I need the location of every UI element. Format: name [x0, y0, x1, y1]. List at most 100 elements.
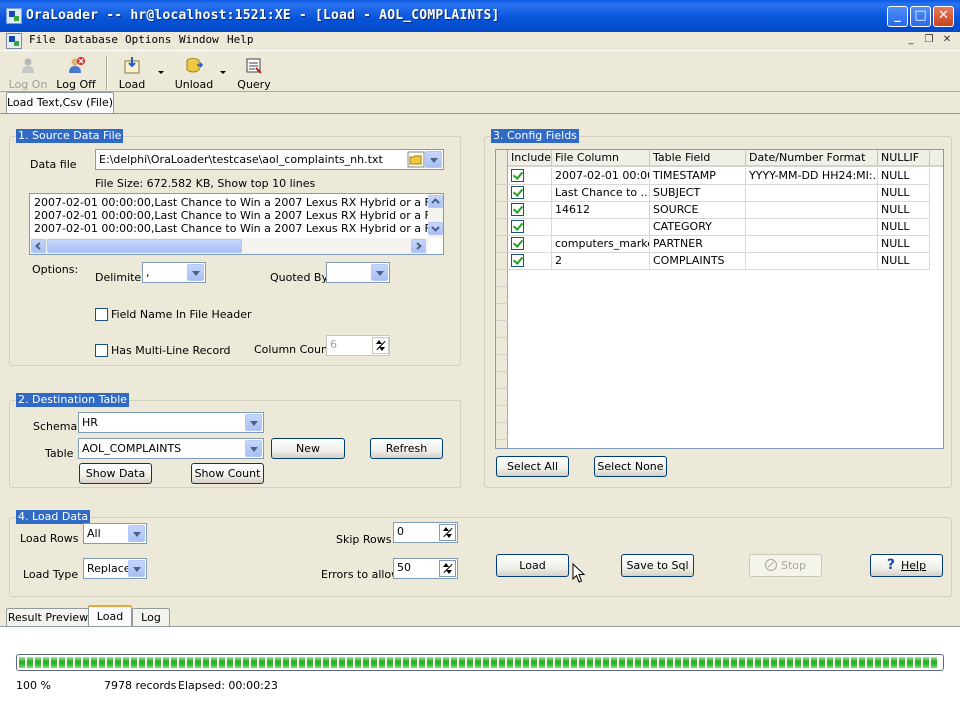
include-checkbox[interactable] [511, 254, 524, 267]
tab-load-text-csv[interactable]: Load Text,Csv (File) [6, 92, 114, 113]
errors-spinner[interactable] [439, 560, 456, 577]
open-folder-icon[interactable] [407, 151, 425, 168]
row-indicator[interactable] [496, 389, 508, 406]
app-icon[interactable] [6, 8, 22, 24]
menu-database[interactable]: Database [65, 33, 118, 46]
mdi-close-button[interactable]: ✕ [940, 34, 954, 47]
refresh-button[interactable]: Refresh [370, 438, 443, 459]
menu-help[interactable]: Help [227, 33, 254, 46]
grid-cell-nullif[interactable]: NULL [878, 253, 930, 270]
include-checkbox[interactable] [511, 186, 524, 199]
chevron-down-icon[interactable] [425, 151, 442, 168]
row-indicator[interactable] [496, 287, 508, 304]
load-rows-select[interactable]: All [83, 523, 147, 544]
column-header[interactable]: Date/Number Format [746, 150, 878, 167]
load-toolbar-button[interactable]: Load [116, 56, 148, 91]
grid-cell-nullif[interactable]: NULL [878, 236, 930, 253]
include-checkbox[interactable] [511, 203, 524, 216]
data-file-combo[interactable]: E:\delphi\OraLoader\testcase\aol_complai… [95, 149, 444, 170]
chevron-down-icon[interactable] [128, 525, 145, 542]
grid-cell-include[interactable] [508, 168, 552, 185]
grid-cell-file-column[interactable]: 2007-02-01 00:00... [552, 168, 650, 185]
unload-toolbar-button[interactable]: Unload [174, 56, 214, 91]
row-indicator[interactable] [496, 270, 508, 287]
include-checkbox[interactable] [511, 237, 524, 250]
file-preview-list[interactable]: 2007-02-01 00:00:00,Last Chance to Win a… [29, 193, 444, 255]
chevron-down-icon[interactable] [187, 264, 204, 281]
scroll-thumb[interactable] [47, 239, 242, 253]
chevron-down-icon[interactable] [128, 560, 145, 577]
tab-log[interactable]: Log [132, 608, 170, 627]
load-type-select[interactable]: Replace [83, 558, 147, 579]
column-count-spinner[interactable] [372, 337, 389, 354]
load-dropdown-arrow[interactable] [158, 71, 164, 74]
show-count-button[interactable]: Show Count [191, 463, 264, 484]
column-header[interactable]: NULLIF [878, 150, 930, 167]
help-button[interactable]: ? Help [870, 554, 943, 577]
grid-cell-format[interactable] [746, 236, 878, 253]
grid-cell-format[interactable] [746, 219, 878, 236]
grid-cell-file-column[interactable]: computers_marke... [552, 236, 650, 253]
grid-cell-include[interactable] [508, 253, 552, 270]
grid-cell-file-column[interactable] [552, 219, 650, 236]
scroll-right-icon[interactable] [411, 239, 426, 253]
grid-cell-include[interactable] [508, 236, 552, 253]
select-all-button[interactable]: Select All [496, 456, 569, 477]
grid-cell-table-field[interactable]: TIMESTAMP [650, 168, 746, 185]
mdi-minimize-button[interactable]: _ [904, 34, 918, 47]
column-header[interactable]: Include [508, 150, 552, 167]
chevron-down-icon[interactable] [371, 264, 388, 281]
new-table-button[interactable]: New [271, 438, 345, 459]
tab-load[interactable]: Load [88, 605, 132, 627]
row-indicator[interactable] [496, 423, 508, 440]
row-indicator[interactable] [496, 185, 508, 202]
minimize-button[interactable]: _ [887, 6, 908, 27]
column-header[interactable]: File Column [552, 150, 650, 167]
column-header[interactable]: Table Field [650, 150, 746, 167]
mdi-restore-button[interactable]: ❐ [922, 34, 936, 47]
grid-cell-include[interactable] [508, 219, 552, 236]
include-checkbox[interactable] [511, 169, 524, 182]
menu-file[interactable]: File [29, 33, 56, 46]
stop-button[interactable]: Stop [749, 554, 822, 577]
scroll-up-icon[interactable] [428, 195, 443, 208]
menu-window[interactable]: Window [179, 33, 219, 46]
document-icon[interactable] [6, 33, 22, 49]
grid-cell-format[interactable] [746, 185, 878, 202]
query-toolbar-button[interactable]: Query [236, 56, 272, 91]
chevron-down-icon[interactable] [245, 440, 262, 457]
logon-button[interactable]: Log On [8, 56, 48, 91]
grid-cell-include[interactable] [508, 185, 552, 202]
grid-cell-table-field[interactable]: COMPLAINTS [650, 253, 746, 270]
row-indicator[interactable] [496, 253, 508, 270]
row-indicator[interactable] [496, 219, 508, 236]
show-data-button[interactable]: Show Data [79, 463, 152, 484]
logoff-button[interactable]: Log Off [56, 56, 96, 91]
load-button[interactable]: Load [496, 554, 569, 577]
row-indicator[interactable] [496, 236, 508, 253]
grid-cell-format[interactable] [746, 253, 878, 270]
chevron-down-icon[interactable] [245, 414, 262, 431]
scroll-down-icon[interactable] [428, 222, 443, 235]
field-name-header-checkbox[interactable] [95, 308, 108, 321]
delimiter-select[interactable]: , [142, 262, 206, 283]
quoted-by-select[interactable] [326, 262, 390, 283]
maximize-button[interactable]: □ [910, 6, 931, 27]
grid-cell-nullif[interactable]: NULL [878, 219, 930, 236]
grid-cell-nullif[interactable]: NULL [878, 185, 930, 202]
grid-cell-table-field[interactable]: CATEGORY [650, 219, 746, 236]
row-indicator[interactable] [496, 406, 508, 423]
grid-cell-table-field[interactable]: SUBJECT [650, 185, 746, 202]
grid-cell-table-field[interactable]: SOURCE [650, 202, 746, 219]
row-indicator[interactable] [496, 321, 508, 338]
config-fields-grid[interactable]: Include File Column Table Field Date/Num… [495, 149, 944, 449]
row-indicator[interactable] [496, 304, 508, 321]
table-select[interactable]: AOL_COMPLAINTS [78, 438, 264, 459]
schema-select[interactable]: HR [78, 412, 264, 433]
row-indicator[interactable] [496, 168, 508, 185]
menu-options[interactable]: Options [125, 33, 171, 46]
grid-cell-table-field[interactable]: PARTNER [650, 236, 746, 253]
row-indicator[interactable] [496, 338, 508, 355]
skip-rows-spinner[interactable] [439, 524, 456, 541]
row-indicator[interactable] [496, 372, 508, 389]
